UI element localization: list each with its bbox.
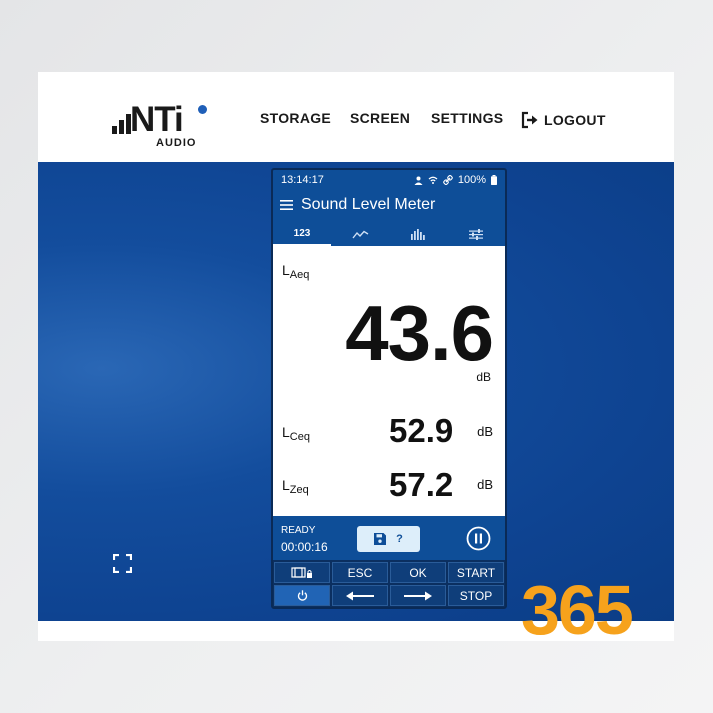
power-key[interactable] — [274, 585, 330, 606]
screen-viewer: 13:14:17 100% Sound Level Meter 123 LAeq… — [38, 162, 674, 621]
readings-panel: LAeq 43.6 dB LCeq 52.9 dB LZeq 57.2 dB — [273, 246, 505, 516]
spectrum-icon — [411, 228, 425, 240]
save-icon — [374, 533, 387, 545]
wifi-icon — [428, 176, 438, 184]
pause-icon[interactable] — [466, 526, 491, 551]
top-navbar: NTi AUDIO STORAGE SCREEN SETTINGS LOGOUT — [38, 72, 674, 162]
logo-dot — [198, 105, 207, 114]
nav-logout[interactable]: LOGOUT — [520, 110, 606, 130]
ready-status: READY — [281, 525, 316, 536]
logo-wordmark: NTi — [130, 100, 184, 139]
arrow-left-icon — [346, 591, 374, 600]
screen-lock-icon — [291, 566, 312, 578]
lzeq-value: 57.2 — [389, 466, 454, 503]
nav-settings[interactable]: SETTINGS — [431, 110, 503, 130]
elapsed-time: 00:00:16 — [281, 540, 328, 554]
left-arrow-key[interactable] — [332, 585, 388, 606]
subscription-badge: 365 — [521, 571, 634, 649]
laeq-unit: dB — [476, 370, 491, 384]
fullscreen-icon[interactable] — [113, 554, 132, 573]
lock-key[interactable] — [274, 562, 330, 583]
lzeq-unit: dB — [477, 477, 493, 492]
help-mark: ? — [396, 533, 403, 545]
app-header: Sound Level Meter — [273, 190, 505, 222]
ntiaudio-logo[interactable]: NTi AUDIO — [110, 102, 210, 150]
status-bar: 13:14:17 100% — [273, 170, 505, 190]
ok-key[interactable]: OK — [390, 562, 446, 583]
link-icon — [443, 175, 453, 185]
battery-icon — [491, 175, 497, 185]
nav-storage[interactable]: STORAGE — [260, 110, 331, 130]
right-arrow-key[interactable] — [390, 585, 446, 606]
esc-key[interactable]: ESC — [332, 562, 388, 583]
start-key[interactable]: START — [448, 562, 504, 583]
hardware-keypad: ESC OK START STOP — [273, 560, 505, 607]
tab-spectrum[interactable] — [389, 222, 447, 246]
save-button[interactable]: ? — [357, 526, 420, 552]
laeq-value: 43.6 — [345, 289, 494, 377]
device-screen: 13:14:17 100% Sound Level Meter 123 LAeq… — [271, 168, 507, 609]
laeq-label: LAeq — [282, 262, 310, 281]
device-footer: READY 00:00:16 ? — [273, 516, 505, 560]
line-graph-icon — [351, 230, 368, 238]
battery-percent: 100% — [457, 174, 486, 186]
lceq-label: LCeq — [282, 424, 310, 443]
app-title: Sound Level Meter — [301, 196, 436, 213]
logout-icon — [521, 111, 538, 129]
sliders-icon — [469, 228, 483, 240]
status-time: 13:14:17 — [281, 174, 324, 186]
logo-subtitle: AUDIO — [156, 137, 197, 149]
measurement-tabs: 123 — [273, 222, 505, 246]
logout-label: LOGOUT — [544, 112, 606, 128]
stop-key[interactable]: STOP — [448, 585, 504, 606]
user-icon — [414, 176, 423, 185]
arrow-right-icon — [404, 591, 432, 600]
tab-graph[interactable] — [331, 222, 389, 246]
lceq-unit: dB — [477, 424, 493, 439]
lceq-value: 52.9 — [389, 412, 454, 449]
hamburger-menu-icon[interactable] — [280, 199, 293, 211]
tab-settings[interactable] — [447, 222, 505, 246]
power-icon — [297, 590, 307, 601]
lzeq-label: LZeq — [282, 477, 309, 496]
tab-numeric[interactable]: 123 — [273, 222, 331, 246]
nav-screen[interactable]: SCREEN — [350, 110, 410, 130]
logo-bars-icon — [112, 114, 132, 134]
page-frame: NTi AUDIO STORAGE SCREEN SETTINGS LOGOUT… — [38, 72, 674, 641]
